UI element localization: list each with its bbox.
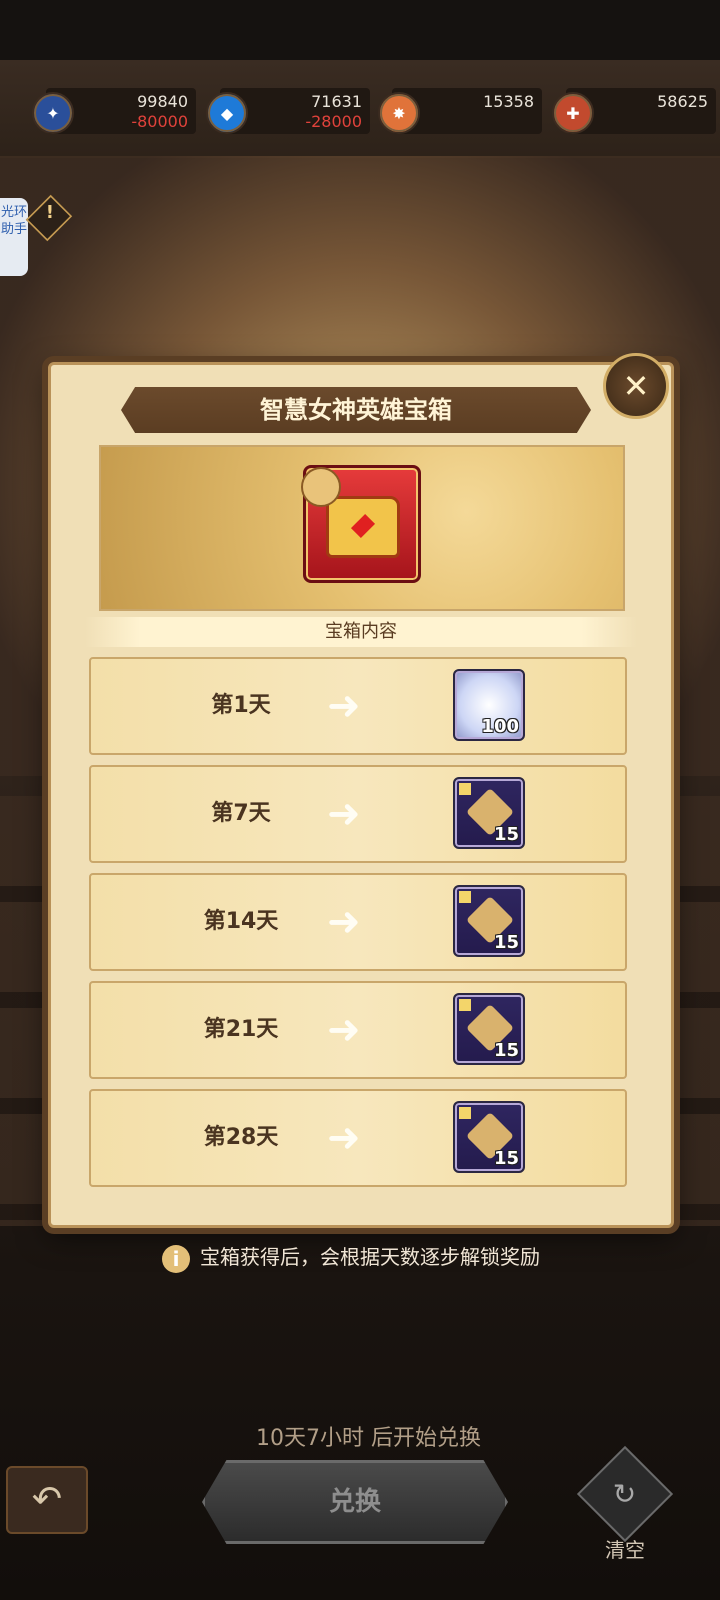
back-arrow-icon: ↶ <box>31 1479 63 1520</box>
reward-row: 第21天 ➜ 15 <box>89 981 627 1079</box>
reward-day: 第28天 <box>203 1125 279 1150</box>
reward-qty: 15 <box>493 824 519 845</box>
close-button[interactable]: ✕ <box>603 353 669 419</box>
top-bar-bg <box>0 0 720 60</box>
currency-value: 58625 <box>657 92 708 111</box>
reward-qty: 100 <box>481 716 519 737</box>
reward-qty: 15 <box>493 1148 519 1169</box>
currency-1[interactable]: ✦ 99840 -80000 <box>32 88 196 134</box>
reward-qty: 15 <box>493 1040 519 1061</box>
currency-value: 15358 <box>483 92 534 111</box>
currency-change: -28000 <box>305 112 362 131</box>
arrow-right-icon: ➜ <box>327 1115 361 1161</box>
reward-row: 第1天 ➜ 100 <box>89 657 627 755</box>
clear-icon: ↻ <box>576 1445 674 1543</box>
currency-4[interactable]: ✚ 58625 <box>552 88 716 134</box>
info-icon: i <box>162 1244 190 1273</box>
reward-day: 第21天 <box>203 1017 279 1042</box>
info-text: 宝箱获得后，会根据天数逐步解锁奖励 <box>200 1245 540 1269</box>
blue-scroll-icon: ✦ <box>32 92 74 134</box>
reward-list: 第1天 ➜ 100 第7天 ➜ 15 第14天 ➜ 15 第21天 ➜ 15 第… <box>89 657 627 1197</box>
helper-tab[interactable]: 光环助手 <box>0 198 28 276</box>
arrow-right-icon: ➜ <box>327 899 361 945</box>
reward-row: 第28天 ➜ 15 <box>89 1089 627 1187</box>
puzzle-reward-icon[interactable]: 15 <box>453 777 525 849</box>
exchange-button[interactable]: 兑换 <box>202 1460 508 1544</box>
puzzle-piece-icon <box>459 891 471 903</box>
arrow-right-icon: ➜ <box>327 1007 361 1053</box>
currency-value: 71631 <box>311 92 362 111</box>
reward-qty: 15 <box>493 932 519 953</box>
currency-change: -80000 <box>131 112 188 131</box>
arrow-right-icon: ➜ <box>327 791 361 837</box>
exchange-countdown: 10天7小时 后开始兑换 <box>256 1426 481 1451</box>
reward-day: 第1天 <box>211 693 271 718</box>
red-emblem-icon: ✚ <box>552 92 594 134</box>
info-note: i 宝箱获得后，会根据天数逐步解锁奖励 <box>162 1240 582 1274</box>
puzzle-piece-icon <box>459 999 471 1011</box>
orange-token-icon: ✸ <box>378 92 420 134</box>
back-button[interactable]: ↶ <box>6 1466 88 1534</box>
diamond-reward-icon[interactable]: 100 <box>453 669 525 741</box>
puzzle-reward-icon[interactable]: 15 <box>453 1101 525 1173</box>
reward-row: 第14天 ➜ 15 <box>89 873 627 971</box>
hero-avatar-icon <box>301 467 341 507</box>
currency-value: 99840 <box>137 92 188 111</box>
blue-crystal-icon: ◆ <box>206 92 248 134</box>
puzzle-piece-icon <box>459 783 471 795</box>
arrow-right-icon: ➜ <box>327 683 361 729</box>
close-icon: ✕ <box>622 367 650 405</box>
modal-title: 智慧女神英雄宝箱 <box>121 387 591 433</box>
puzzle-piece-icon <box>459 1107 471 1119</box>
reward-row: 第7天 ➜ 15 <box>89 765 627 863</box>
section-header: 宝箱内容 <box>85 617 637 647</box>
puzzle-reward-icon[interactable]: 15 <box>453 993 525 1065</box>
reward-day: 第7天 <box>211 801 271 826</box>
currency-3[interactable]: ✸ 15358 <box>378 88 542 134</box>
reward-day: 第14天 <box>203 909 279 934</box>
puzzle-reward-icon[interactable]: 15 <box>453 885 525 957</box>
chest-modal: 智慧女神英雄宝箱 ✕ 宝箱内容 第1天 ➜ 100 第7天 ➜ 15 第14天 … <box>48 353 674 1228</box>
currency-2[interactable]: ◆ 71631 -28000 <box>206 88 370 134</box>
clear-button[interactable]: ↻ 清空 <box>576 1445 674 1562</box>
